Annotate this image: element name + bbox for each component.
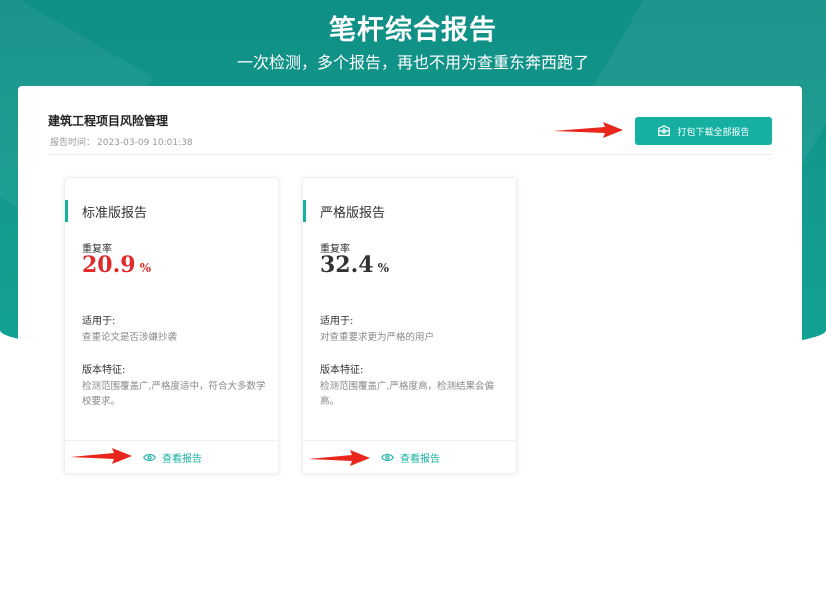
red-arrow-icon (70, 448, 132, 464)
view-report-label: 查看报告 (400, 454, 440, 465)
view-report-label: 查看报告 (162, 454, 202, 465)
rate-value: 20.9% (82, 252, 151, 278)
red-arrow-icon (308, 450, 370, 466)
view-report-link[interactable]: 查看报告 (143, 450, 202, 465)
card-header: 标准版报告 (65, 200, 278, 222)
rate-number: 20.9 (82, 252, 136, 278)
report-panel: 建筑工程项目风险管理 报告时间： 2023-03-09 10:01:38 打包下载… (18, 86, 802, 614)
features-label: 版本特征: (82, 365, 126, 376)
card-footer-divider (65, 440, 278, 441)
hero-subtitle: 一次检测，多个报告，再也不用为查重东奔西跑了 (236, 53, 589, 72)
download-all-button[interactable]: 打包下载全部报告 (635, 117, 772, 145)
accent-bar (303, 200, 306, 222)
card-header: 严格版报告 (303, 200, 516, 222)
features-label: 版本特征: (320, 365, 364, 376)
card-title: 标准版报告 (82, 206, 148, 221)
rate-number: 32.4 (320, 252, 374, 278)
applicable-text: 查重论文是否涉嫌抄袭 (82, 332, 178, 343)
card-footer-divider (303, 440, 516, 441)
applicable-text: 对查重要求更为严格的用户 (320, 332, 435, 343)
view-report-link[interactable]: 查看报告 (381, 450, 440, 465)
package-download-icon (658, 125, 671, 136)
features-text: 检测范围覆盖广,严格度高，检测结果会偏高。 (320, 381, 495, 407)
report-card-strict: 严格版报告 重复率 32.4% 适用于: 对查重要求更为严格的用户 版本特征: … (302, 177, 517, 474)
features-text: 检测范围覆盖广,严格度适中，符合大多数学校要求。 (82, 381, 266, 407)
hero-title: 笔杆综合报告 (329, 15, 497, 46)
divider (48, 154, 772, 155)
report-time-value: 2023-03-09 10:01:38 (97, 138, 193, 148)
report-card-standard: 标准版报告 重复率 20.9% 适用于: 查重论文是否涉嫌抄袭 版本特征: 检测… (64, 177, 279, 474)
eye-icon (143, 454, 156, 461)
accent-bar (65, 200, 68, 222)
download-all-label: 打包下载全部报告 (677, 127, 750, 138)
applicable-label: 适用于: (320, 316, 354, 327)
applicable-label: 适用于: (82, 316, 116, 327)
red-arrow-icon (553, 122, 623, 138)
rate-unit: % (139, 261, 151, 275)
eye-icon (381, 454, 394, 461)
card-title: 严格版报告 (320, 206, 386, 221)
project-name: 建筑工程项目风险管理 (48, 114, 169, 128)
rate-value: 32.4% (320, 252, 389, 278)
report-time-label: 报告时间： (50, 138, 96, 148)
rate-unit: % (377, 261, 389, 275)
report-time: 报告时间： 2023-03-09 10:01:38 (48, 135, 193, 148)
